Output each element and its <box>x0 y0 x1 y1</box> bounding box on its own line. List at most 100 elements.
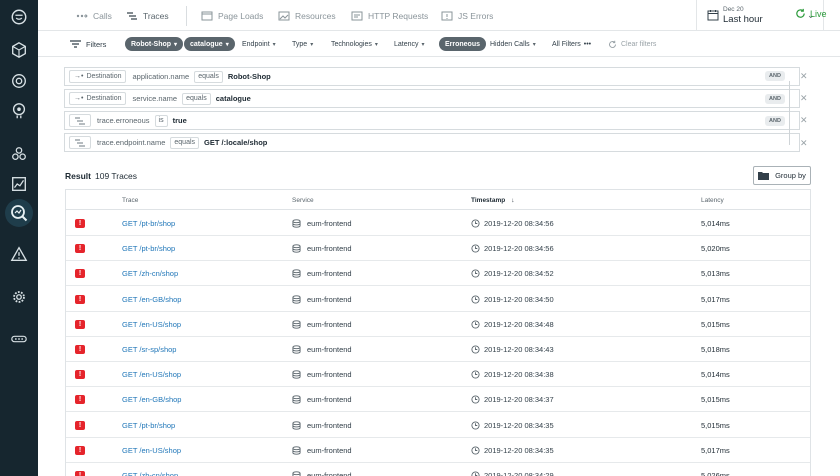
live-label: Live <box>810 8 827 19</box>
trace-link[interactable]: GET /en-US/shop <box>122 446 181 455</box>
trace-link[interactable]: GET /en-GB/shop <box>122 295 181 304</box>
latency-value: 5,026ms <box>701 471 730 476</box>
trace-link[interactable]: GET /en-US/shop <box>122 320 181 329</box>
chip-catalogue[interactable]: catalogue ▾ <box>184 37 235 51</box>
trace-link[interactable]: GET /en-US/shop <box>122 370 181 379</box>
column-header-service[interactable]: Service <box>292 197 314 204</box>
query-value: true <box>172 116 187 125</box>
error-icon: ! <box>75 420 85 430</box>
logo-icon[interactable] <box>9 7 29 27</box>
table-row[interactable]: ! GET /pt-br/shop eum-frontend 2019-12-20 0… <box>66 413 810 438</box>
query-row[interactable]: trace.endpoint.name equals GET /:locale/… <box>64 133 800 152</box>
applications-icon[interactable] <box>9 40 29 60</box>
chip-label: Hidden Calls <box>490 40 530 48</box>
error-icon: ! <box>75 244 85 254</box>
remove-condition-icon[interactable]: ✕ <box>800 138 808 149</box>
error-icon: ! <box>75 370 85 380</box>
and-operator[interactable]: AND <box>765 94 785 104</box>
clear-filters-button[interactable]: Clear filters <box>608 37 656 51</box>
column-header-latency[interactable]: Latency <box>701 197 724 204</box>
service-cell: eum-frontend <box>292 421 352 430</box>
table-row[interactable]: ! GET /zh-cn/shop eum-frontend 2019-12-20 0… <box>66 261 810 287</box>
tab-traces[interactable]: Traces <box>126 0 169 31</box>
table-row[interactable]: ! GET /zh-cn/shop eum-frontend 2019-12-20 0… <box>66 463 810 476</box>
tab-page-loads[interactable]: Page Loads <box>201 0 263 31</box>
query-field: trace.erroneous <box>97 116 150 125</box>
timestamp-value: 2019-12-20 08:34:35 <box>484 445 554 455</box>
query-row[interactable]: →• Destination application.name equals Ro… <box>64 67 800 86</box>
more-icon[interactable] <box>9 329 29 349</box>
analyze-icon[interactable] <box>5 199 33 227</box>
chip-endpoint[interactable]: Endpoint ▾ <box>242 37 276 51</box>
query-operator: equals <box>194 70 223 83</box>
table-row[interactable]: ! GET /pt-br/shop eum-frontend 2019-12-20 0… <box>66 236 810 262</box>
chevron-down-icon: ▾ <box>374 41 378 48</box>
websites-icon[interactable] <box>9 71 29 91</box>
tab-calls[interactable]: Calls <box>76 0 112 31</box>
remove-condition-icon[interactable]: ✕ <box>800 115 808 126</box>
table-row[interactable]: ! GET /sr-sp/shop eum-frontend 2019-12-20 0… <box>66 337 810 362</box>
trace-link[interactable]: GET /en-GB/shop <box>122 395 181 404</box>
table-row[interactable]: ! GET /pt-br/shop eum-frontend 2019-12-20 0… <box>66 211 810 236</box>
analytics-icon[interactable] <box>9 174 29 194</box>
error-icon: ! <box>75 319 85 329</box>
live-toggle[interactable]: Live <box>795 8 827 19</box>
filters-button[interactable]: Filters <box>70 37 106 51</box>
latency-value: 5,014ms <box>701 219 730 228</box>
settings-icon[interactable] <box>9 287 29 307</box>
clock-icon <box>471 320 480 329</box>
chip-technologies[interactable]: Technologies ▾ <box>331 37 378 51</box>
tab-label: Page Loads <box>218 10 264 21</box>
clock-icon <box>471 421 480 430</box>
tab-http-requests[interactable]: HTTP Requests <box>351 0 428 31</box>
group-by-button[interactable]: Group by <box>753 166 811 185</box>
remove-condition-icon[interactable]: ✕ <box>800 71 808 82</box>
result-label: Result <box>65 171 91 181</box>
table-row[interactable]: ! GET /en-GB/shop eum-frontend 2019-12-20 0… <box>66 287 810 312</box>
tab-label: JS Errors <box>458 10 494 21</box>
clock-icon <box>471 244 480 253</box>
remove-condition-icon[interactable]: ✕ <box>800 93 808 104</box>
chip-latency[interactable]: Latency ▾ <box>394 37 425 51</box>
tab-resources[interactable]: Resources <box>278 0 336 31</box>
table-row[interactable]: ! GET /en-GB/shop eum-frontend 2019-12-20 0… <box>66 387 810 413</box>
query-row[interactable]: trace.erroneous is true <box>64 111 800 130</box>
chip-all-filters[interactable]: All Filters ••• <box>552 37 591 51</box>
trace-link[interactable]: GET /pt-br/shop <box>122 219 175 228</box>
tab-js-errors[interactable]: JS Errors <box>441 0 493 31</box>
result-summary: Result 109 Traces <box>65 171 137 181</box>
trace-link[interactable]: GET /zh-cn/shop <box>122 269 178 278</box>
clock-icon <box>471 269 480 278</box>
trace-link[interactable]: GET /sr-sp/shop <box>122 345 176 354</box>
query-value: catalogue <box>215 94 251 103</box>
trace-link[interactable]: GET /pt-br/shop <box>122 421 175 430</box>
trace-link[interactable]: GET /zh-cn/shop <box>122 471 178 476</box>
mobile-apps-icon[interactable] <box>9 101 29 121</box>
table-row[interactable]: ! GET /en-US/shop eum-frontend 2019-12-20 0… <box>66 312 810 337</box>
infrastructure-icon[interactable] <box>9 144 29 164</box>
events-icon[interactable] <box>9 244 29 264</box>
query-row[interactable]: →• Destination service.name equals catalo… <box>64 89 800 108</box>
chip-hidden-calls[interactable]: Hidden Calls ▾ <box>490 37 536 51</box>
chevron-down-icon: ▾ <box>174 41 178 48</box>
chevron-down-icon: ▾ <box>421 41 425 48</box>
table-row[interactable]: ! GET /en-US/shop eum-frontend 2019-12-20 0… <box>66 362 810 388</box>
timestamp-value: 2019-12-20 08:34:29 <box>484 471 554 476</box>
service-cell: eum-frontend <box>292 320 352 329</box>
column-header-timestamp[interactable]: Timestamp ↓ <box>471 197 514 204</box>
chip-robot-shop[interactable]: Robot-Shop ▾ <box>125 37 184 51</box>
column-header-trace[interactable]: Trace <box>122 197 138 204</box>
timestamp-value: 2019-12-20 08:34:35 <box>484 420 554 430</box>
and-connector-line <box>786 81 790 103</box>
chip-label: catalogue <box>190 40 223 48</box>
trace-link[interactable]: GET /pt-br/shop <box>122 244 175 253</box>
timestamp-cell: 2019-12-20 08:34:35 <box>471 421 554 430</box>
timestamp-cell: 2019-12-20 08:34:56 <box>471 219 554 228</box>
query-value: GET /:locale/shop <box>204 138 268 147</box>
chip-erroneous[interactable]: Erroneous <box>439 37 487 51</box>
and-operator[interactable]: AND <box>765 116 785 126</box>
table-header: Trace Service Timestamp ↓ Latency <box>66 190 810 210</box>
chip-type[interactable]: Type ▾ <box>292 37 313 51</box>
and-operator[interactable]: AND <box>765 71 785 81</box>
table-row[interactable]: ! GET /en-US/shop eum-frontend 2019-12-20 0… <box>66 438 810 463</box>
